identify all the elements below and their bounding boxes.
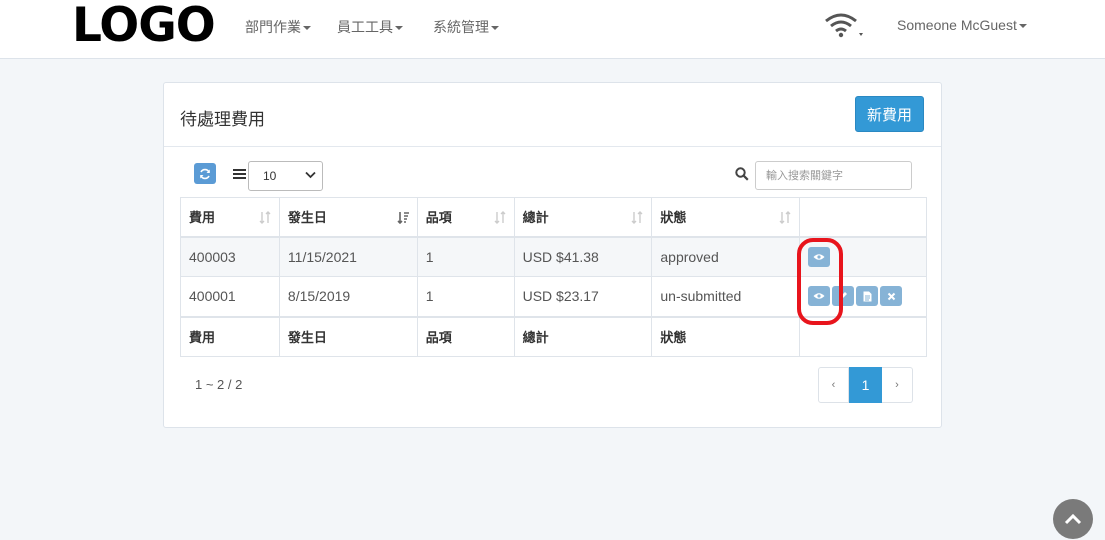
menu-system-admin[interactable]: 系統管理 xyxy=(433,17,499,37)
caret-down-icon xyxy=(491,26,499,30)
column-header-date[interactable]: 發生日 xyxy=(278,197,418,238)
cell-status: approved xyxy=(651,236,801,277)
delete-button[interactable] xyxy=(880,286,903,307)
cell-total: USD $23.17 xyxy=(513,276,653,317)
footer-expense: 費用 xyxy=(180,315,280,357)
eye-icon xyxy=(813,254,825,260)
column-header-expense[interactable]: 費用 xyxy=(180,197,280,238)
column-header-total[interactable]: 總計 xyxy=(513,197,653,238)
menu-department-label: 部門作業 xyxy=(245,19,301,35)
cell-date: 11/15/2021 xyxy=(278,236,418,277)
page-size-value: 10 xyxy=(263,169,277,183)
menu-department[interactable]: 部門作業 xyxy=(245,17,311,37)
footer-total: 總計 xyxy=(513,315,653,357)
search-input[interactable] xyxy=(755,161,912,190)
cell-status: un-submitted xyxy=(651,276,801,317)
menu-employee-tools-label: 員工工具 xyxy=(337,19,393,35)
card-title: 待處理費用 xyxy=(180,110,265,129)
page-1-button[interactable]: 1 xyxy=(849,367,882,403)
user-name: Someone McGuest xyxy=(897,17,1017,33)
view-button[interactable] xyxy=(808,246,831,267)
caret-down-icon xyxy=(1018,24,1027,28)
next-page-button[interactable]: › xyxy=(882,367,913,403)
top-navbar: LOGO 部門作業 員工工具 系統管理 Someone McGuest xyxy=(0,0,1105,59)
column-header-items[interactable]: 品項 xyxy=(416,197,515,238)
search-icon xyxy=(735,167,749,181)
table-header-row: 費用 發生日 品項 總計 狀態 xyxy=(180,197,927,238)
footer-actions xyxy=(799,315,927,357)
chevron-down-icon xyxy=(305,171,316,179)
pagination: ‹ 1 › xyxy=(818,367,913,403)
table-row: 400001 8/15/2019 1 USD $23.17 un-submitt… xyxy=(180,276,927,317)
cell-total: USD $41.38 xyxy=(513,236,653,277)
cell-items: 1 xyxy=(416,276,515,317)
previous-page-button[interactable]: ‹ xyxy=(818,367,849,403)
pending-expenses-card: 待處理費用 新費用 10 費用 發生日 品項 xyxy=(163,82,942,428)
refresh-button[interactable] xyxy=(194,163,216,184)
caret-down-icon xyxy=(303,26,311,30)
column-header-status[interactable]: 狀態 xyxy=(651,197,801,238)
sort-icon xyxy=(779,211,791,224)
cell-date: 8/15/2019 xyxy=(278,276,418,317)
page-size-select[interactable]: 10 xyxy=(248,161,323,191)
new-expense-button[interactable]: 新費用 xyxy=(855,96,924,132)
cell-actions xyxy=(799,236,927,277)
sort-descending-icon xyxy=(397,212,409,224)
sort-icon xyxy=(631,211,643,224)
card-header: 待處理費用 新費用 xyxy=(164,83,941,147)
caret-down-icon xyxy=(395,26,403,30)
document-button[interactable] xyxy=(856,286,879,307)
column-header-actions xyxy=(799,197,927,238)
menu-system-admin-label: 系統管理 xyxy=(433,19,489,35)
cell-items: 1 xyxy=(416,236,515,277)
record-range: 1 ~ 2 / 2 xyxy=(195,377,243,392)
scroll-to-top-button[interactable] xyxy=(1053,499,1093,539)
sort-icon xyxy=(494,211,506,224)
eye-icon xyxy=(813,293,825,299)
refresh-icon xyxy=(200,168,210,179)
footer-status: 狀態 xyxy=(651,315,801,357)
menu-employee-tools[interactable]: 員工工具 xyxy=(337,17,403,37)
document-icon xyxy=(863,291,872,302)
close-icon xyxy=(887,292,895,300)
footer-date: 發生日 xyxy=(278,315,418,357)
wifi-icon[interactable] xyxy=(824,12,864,42)
edit-icon xyxy=(839,292,848,301)
columns-list-icon[interactable] xyxy=(233,169,246,179)
cell-actions xyxy=(799,276,927,317)
edit-button[interactable] xyxy=(832,286,855,307)
table-footer-row: 費用 發生日 品項 總計 狀態 xyxy=(180,315,927,357)
cell-expense-id: 400003 xyxy=(180,236,280,277)
cell-expense-id: 400001 xyxy=(180,276,280,317)
chevron-up-icon xyxy=(1064,513,1082,525)
logo[interactable]: LOGO xyxy=(72,2,216,50)
user-menu[interactable]: Someone McGuest xyxy=(897,17,1027,33)
view-button[interactable] xyxy=(808,286,831,307)
expenses-table: 費用 發生日 品項 總計 狀態 400003 11/15/2021 1 USD … xyxy=(180,197,927,357)
sort-icon xyxy=(259,211,271,224)
table-row: 400003 11/15/2021 1 USD $41.38 approved xyxy=(180,236,927,277)
footer-items: 品項 xyxy=(416,315,515,357)
